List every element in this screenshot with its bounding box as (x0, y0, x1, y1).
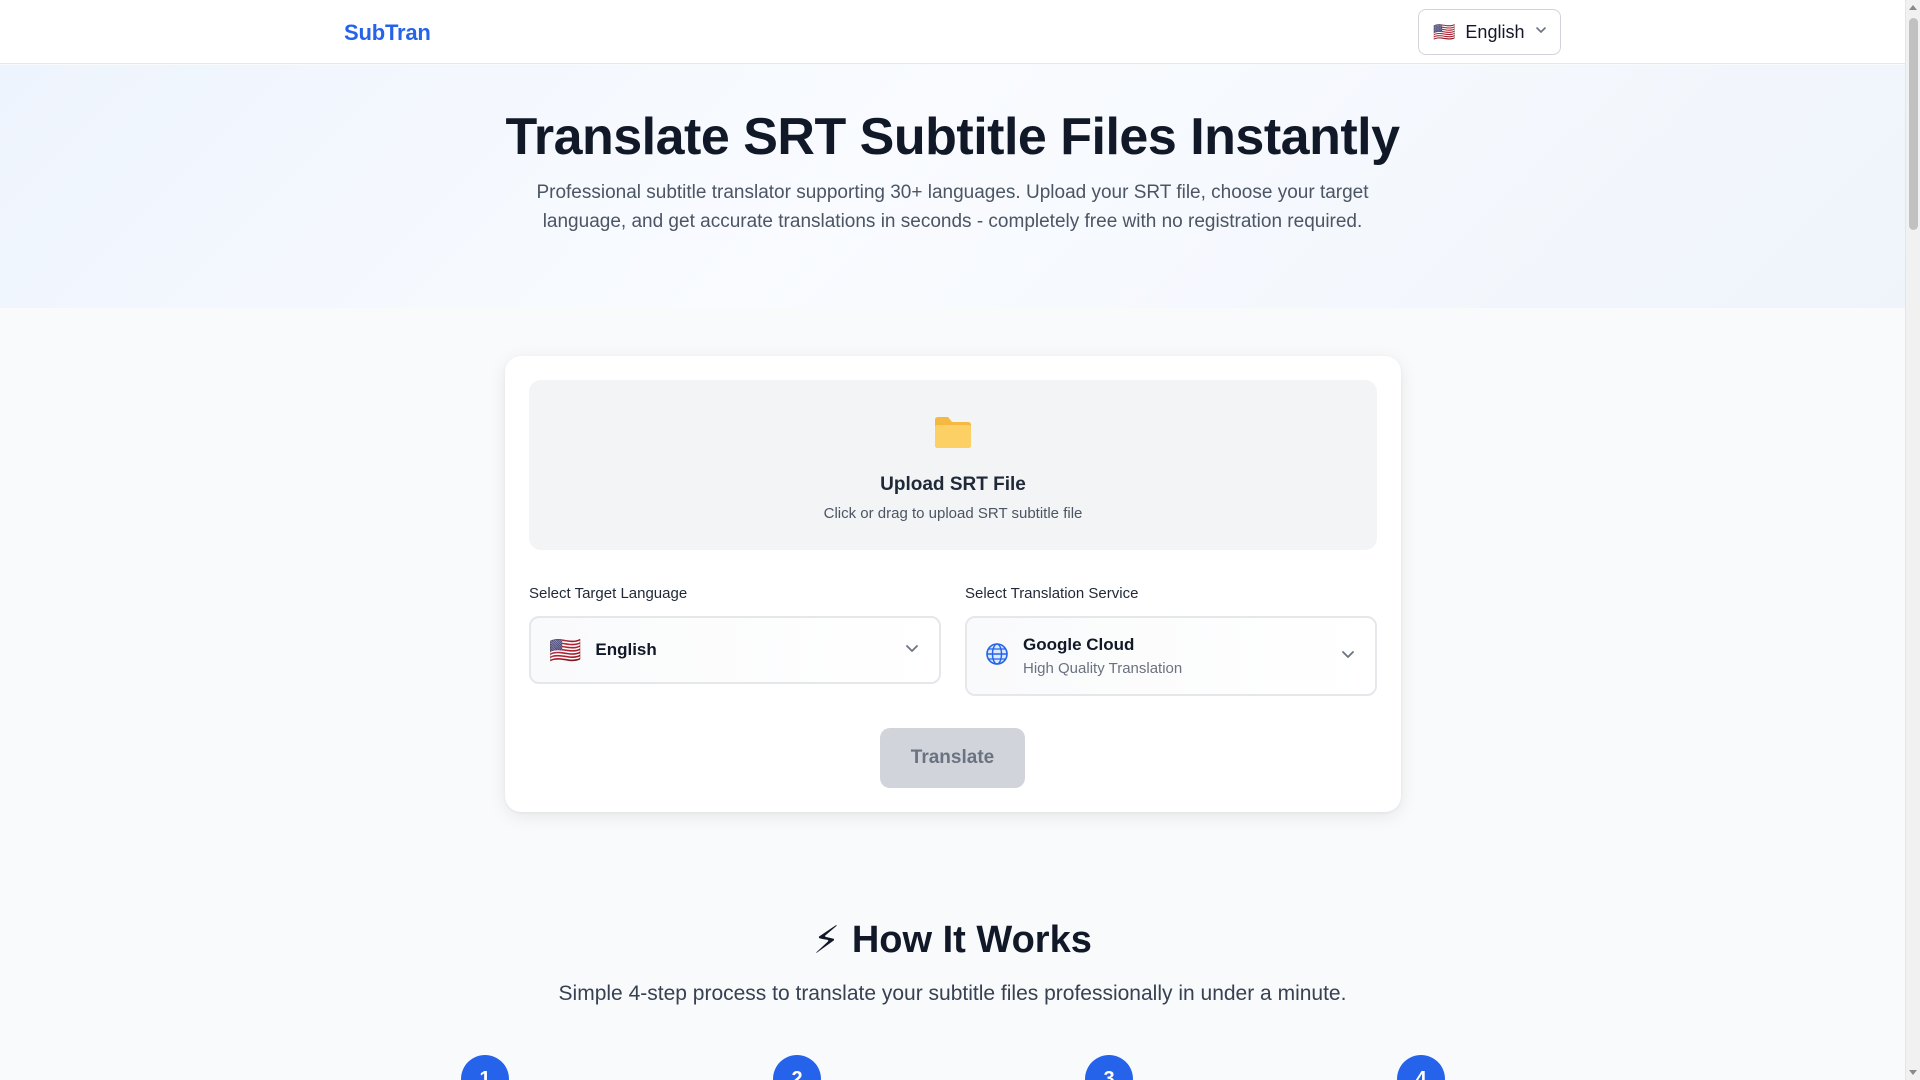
translator-card: Upload SRT File Click or drag to upload … (505, 356, 1401, 812)
service-name: Google Cloud (1023, 635, 1135, 654)
chevron-down-icon (1534, 23, 1548, 42)
vertical-scrollbar[interactable] (1905, 0, 1920, 1080)
step-badge: 2 (773, 1055, 821, 1080)
hero-title: Translate SRT Subtitle Files Instantly (505, 108, 1400, 166)
step-badge: 4 (1397, 1055, 1445, 1080)
target-language-label: Select Target Language (529, 585, 688, 602)
service-description: High Quality Translation (1023, 660, 1183, 677)
step-badge: 3 (1085, 1055, 1133, 1080)
us-flag-icon: 🇺🇸 (549, 635, 582, 665)
scrollbar-thumb[interactable] (1909, 18, 1918, 230)
service-info: Google Cloud High Quality Translation (1023, 635, 1182, 677)
chevron-down-icon (903, 639, 921, 662)
how-it-works-heading: How It Works (851, 919, 1092, 961)
target-language-select[interactable]: 🇺🇸 English (529, 616, 941, 684)
hero-section: Translate SRT Subtitle Files Instantly P… (0, 65, 1905, 308)
top-header: SubTran 🇺🇸 English (0, 0, 1905, 64)
how-it-works-title: ⚡ How It Works (0, 918, 1905, 963)
upload-title: Upload SRT File (880, 474, 1026, 495)
upload-hint: Click or drag to upload SRT subtitle fil… (823, 505, 1083, 522)
chevron-down-icon (1339, 645, 1357, 668)
translation-service-select[interactable]: Google Cloud High Quality Translation (965, 616, 1377, 696)
hero-description: Professional subtitle translator support… (536, 182, 1369, 232)
scroll-up-arrow-icon[interactable] (1909, 5, 1917, 10)
us-flag-icon: 🇺🇸 (1433, 22, 1456, 42)
how-it-works-subtitle: Simple 4-step process to translate your … (558, 982, 1347, 1005)
globe-icon (985, 642, 1009, 671)
folder-icon (529, 414, 1377, 455)
logo-link[interactable]: SubTran (344, 20, 431, 46)
translate-button[interactable]: Translate (880, 728, 1025, 788)
interface-language-label: English (1465, 21, 1525, 42)
lightning-icon: ⚡ (813, 920, 840, 962)
upload-dropzone[interactable]: Upload SRT File Click or drag to upload … (529, 380, 1377, 550)
interface-language-selector[interactable]: 🇺🇸 English (1418, 9, 1561, 55)
step-badge: 1 (461, 1055, 509, 1080)
target-language-value: English (595, 640, 657, 659)
scroll-down-arrow-icon[interactable] (1909, 1070, 1917, 1075)
translation-service-label: Select Translation Service (965, 585, 1139, 602)
